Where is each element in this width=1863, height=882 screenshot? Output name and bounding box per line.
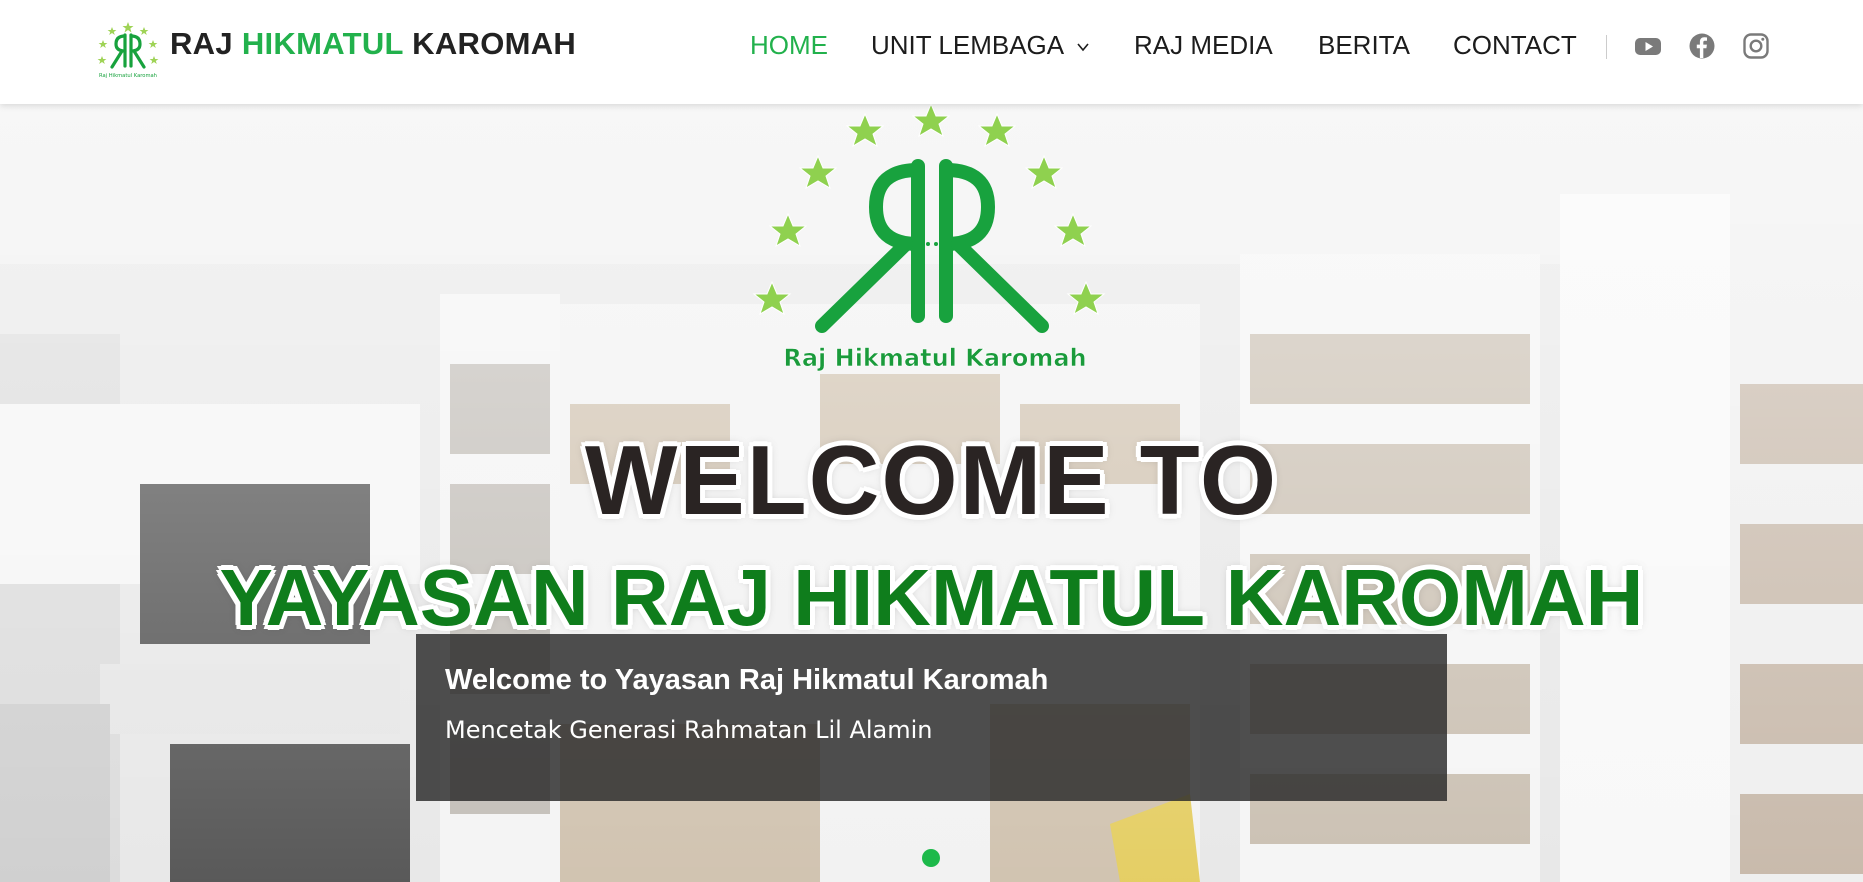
brand-name[interactable]: RAJ HIKMATUL KAROMAH — [170, 26, 576, 62]
nav-divider — [1606, 35, 1607, 59]
slider-dot-active[interactable] — [922, 849, 940, 867]
nav-item-label: RAJ MEDIA — [1134, 30, 1273, 60]
hero-organization-heading: YAYASAN RAJ HIKMATUL KAROMAH — [219, 553, 1644, 642]
nav-item-home[interactable]: HOME — [750, 30, 828, 61]
youtube-icon[interactable] — [1634, 32, 1662, 60]
nav-item-label: HOME — [750, 30, 828, 60]
brand-name-part3: KAROMAH — [403, 26, 577, 61]
instagram-icon[interactable] — [1742, 32, 1770, 60]
slide-caption-title: Welcome to Yayasan Raj Hikmatul Karomah — [445, 664, 1049, 696]
nav-item-berita[interactable]: BERITA — [1318, 30, 1410, 61]
site-header: Raj Hikmatul Karomah RAJ HIKMATUL KAROMA… — [0, 0, 1863, 104]
rk-logo-icon: Raj Hikmatul Karomah — [97, 22, 159, 79]
chevron-down-icon — [1077, 43, 1089, 52]
facebook-icon[interactable] — [1688, 32, 1716, 60]
slide-caption-subtitle: Mencetak Generasi Rahmatan Lil Alamin — [445, 716, 933, 744]
hero-welcome-heading: WELCOME TO — [584, 425, 1279, 535]
hero-rk-logo-icon: Raj Hikmatul Karomah — [752, 104, 1106, 372]
nav-item-label: BERITA — [1318, 30, 1410, 60]
nav-item-label: CONTACT — [1453, 30, 1577, 60]
hero-logo-caption: Raj Hikmatul Karomah — [783, 344, 1086, 372]
slide-caption: Welcome to Yayasan Raj Hikmatul Karomah … — [416, 634, 1447, 801]
nav-item-contact[interactable]: CONTACT — [1453, 30, 1577, 61]
hero-slider: Raj Hikmatul Karomah WELCOME TO YAYASAN … — [0, 104, 1863, 882]
nav-item-raj-media[interactable]: RAJ MEDIA — [1134, 30, 1273, 61]
nav-item-unit-lembaga[interactable]: UNIT LEMBAGA — [871, 30, 1090, 61]
logo-caption: Raj Hikmatul Karomah — [99, 73, 157, 79]
brand-name-part1: RAJ — [170, 26, 242, 61]
brand[interactable]: Raj Hikmatul Karomah RAJ HIKMATUL KAROMA… — [96, 20, 576, 80]
brand-name-part2: HIKMATUL — [241, 26, 404, 61]
nav-item-label: UNIT LEMBAGA — [871, 30, 1063, 60]
